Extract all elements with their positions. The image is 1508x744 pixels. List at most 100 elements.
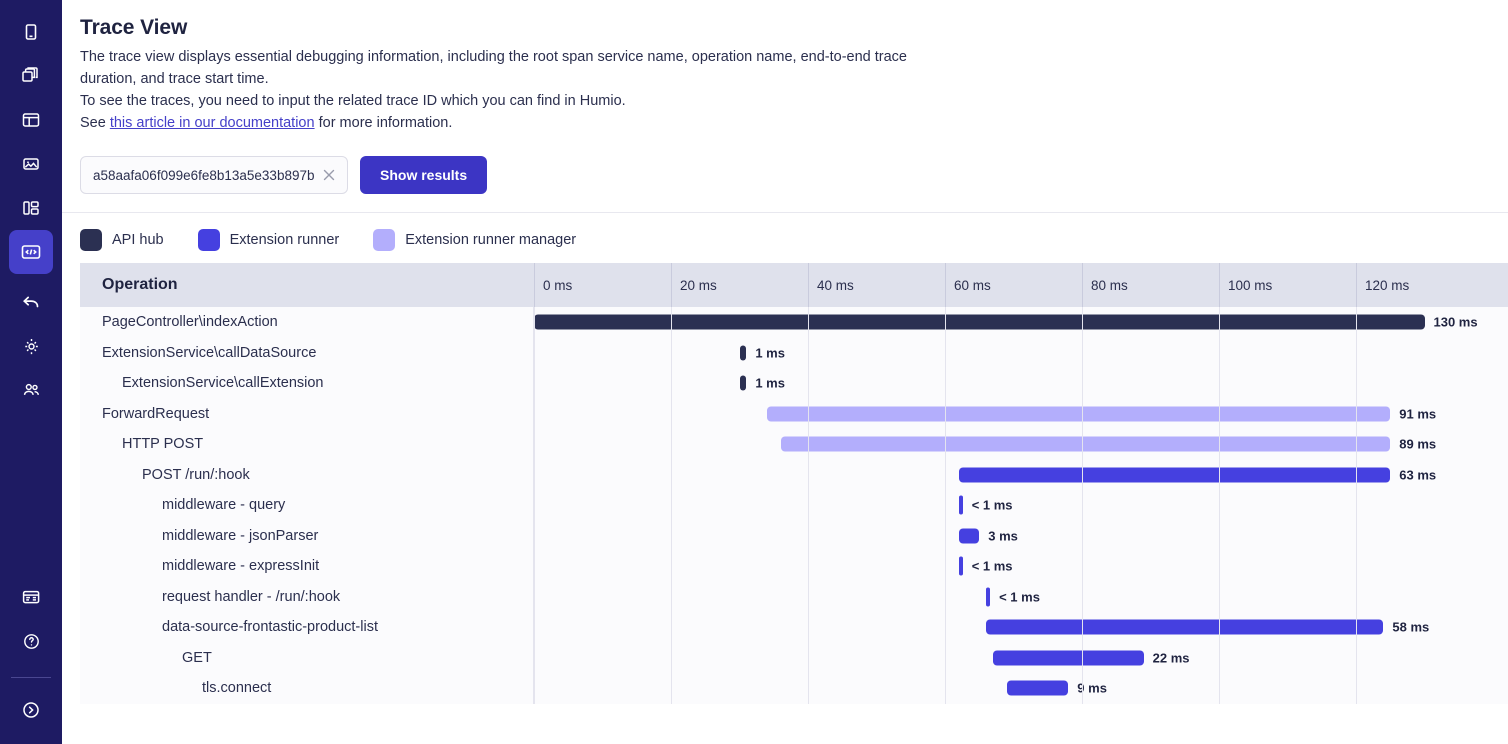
main-content: Trace View The trace view displays essen… (62, 0, 1508, 744)
table-row[interactable]: data-source-frontastic-product-list58 ms (80, 612, 1508, 643)
table-row[interactable]: request handler - /run/:hook < 1 ms (80, 582, 1508, 613)
time-tick: 100 ms (1219, 263, 1356, 307)
close-icon[interactable] (321, 167, 337, 183)
table-row[interactable]: tls.connect9 ms (80, 673, 1508, 704)
operation-name: middleware - query (80, 490, 534, 521)
span-duration-label: < 1 ms (972, 559, 1013, 574)
table-row[interactable]: ForwardRequest91 ms (80, 399, 1508, 430)
legend-swatch (80, 229, 102, 251)
time-tick: 120 ms (1356, 263, 1493, 307)
sidebar-item-layout[interactable] (9, 98, 53, 142)
span-bar-cell: 58 ms (534, 612, 1508, 643)
span-bar[interactable] (781, 437, 1391, 452)
sidebar-item-components[interactable] (9, 186, 53, 230)
span-bar[interactable] (534, 315, 1425, 330)
table-body: PageController\indexAction130 msExtensio… (80, 307, 1508, 704)
components-icon (20, 197, 42, 219)
table-row[interactable]: HTTP POST 89 ms (80, 429, 1508, 460)
sidebar-item-code[interactable] (9, 230, 53, 274)
table-row[interactable]: ExtensionService\callDataSource1 ms (80, 338, 1508, 369)
table-row[interactable]: GET22 ms (80, 643, 1508, 674)
legend-swatch (373, 229, 395, 251)
operation-name: POST /run/:hook (80, 460, 534, 491)
pages-icon (21, 22, 41, 42)
span-duration-label: 130 ms (1434, 315, 1478, 330)
sidebar-item-pages[interactable] (9, 10, 53, 54)
service-legend: API hub Extension runner Extension runne… (62, 213, 1508, 263)
span-bar-cell: 63 ms (534, 460, 1508, 491)
trace-view-app: Trace View The trace view displays essen… (0, 0, 1508, 744)
table-row[interactable]: PageController\indexAction130 ms (80, 307, 1508, 338)
span-bar[interactable] (959, 467, 1391, 482)
trace-id-input[interactable]: a58aafa06f099e6fe8b13a5e33b897ba (80, 156, 348, 194)
show-results-button[interactable]: Show results (360, 156, 487, 194)
operation-name: data-source-frontastic-product-list (80, 612, 534, 643)
see-prefix: See (80, 115, 110, 131)
operation-name: middleware - jsonParser (80, 521, 534, 552)
time-axis-ticks: 0 ms20 ms40 ms60 ms80 ms100 ms120 ms (534, 263, 1508, 307)
span-bar[interactable] (959, 496, 963, 515)
span-duration-label: 9 ms (1077, 681, 1107, 696)
operation-name: ExtensionService\callExtension (80, 368, 534, 399)
table-row[interactable]: middleware - expressInit< 1 ms (80, 551, 1508, 582)
span-bar-cell: < 1 ms (534, 551, 1508, 582)
legend-item: Extension runner (198, 229, 340, 251)
span-duration-label: 1 ms (755, 376, 785, 391)
primary-sidebar (0, 0, 62, 744)
time-tick: 0 ms (534, 263, 671, 307)
span-duration-label: 89 ms (1399, 437, 1436, 452)
span-bar[interactable] (1007, 681, 1069, 696)
billing-icon (20, 586, 42, 608)
span-duration-label: < 1 ms (972, 498, 1013, 513)
layout-icon (20, 109, 42, 131)
sidebar-collapse-button[interactable] (9, 688, 53, 732)
sidebar-item-undo[interactable] (9, 280, 53, 324)
span-bar[interactable] (959, 528, 980, 543)
legend-item: Extension runner manager (373, 229, 576, 251)
sidebar-item-settings[interactable] (9, 324, 53, 368)
span-bar[interactable] (740, 345, 747, 360)
span-bar-cell: 1 ms (534, 338, 1508, 369)
span-bar[interactable] (767, 406, 1390, 421)
undo-icon (20, 291, 42, 313)
sidebar-item-media[interactable] (9, 142, 53, 186)
legend-swatch (198, 229, 220, 251)
span-bar-cell: 89 ms (534, 429, 1508, 460)
layers-icon (20, 65, 42, 87)
span-bar[interactable] (986, 587, 990, 606)
sidebar-item-billing[interactable] (9, 575, 53, 619)
legend-label: API hub (112, 232, 164, 248)
users-icon (20, 379, 43, 402)
time-tick: 60 ms (945, 263, 1082, 307)
table-row[interactable]: ExtensionService\callExtension 1 ms (80, 368, 1508, 399)
span-duration-label: 91 ms (1399, 406, 1436, 421)
span-bar[interactable] (740, 376, 747, 391)
sidebar-item-help[interactable] (9, 619, 53, 663)
operation-name: GET (80, 643, 534, 674)
operation-name: HTTP POST (80, 429, 534, 460)
trace-waterfall-table: Operation 0 ms20 ms40 ms60 ms80 ms100 ms… (80, 263, 1508, 704)
legend-label: Extension runner (230, 232, 340, 248)
span-bar[interactable] (993, 650, 1144, 665)
search-row: a58aafa06f099e6fe8b13a5e33b897ba Show re… (80, 156, 1508, 194)
gear-icon (21, 336, 42, 357)
span-bar-cell: < 1 ms (534, 582, 1508, 613)
span-bar[interactable] (959, 557, 963, 576)
description-line-4: See this article in our documentation fo… (80, 112, 1508, 134)
media-icon (20, 153, 42, 175)
legend-item: API hub (80, 229, 164, 251)
span-duration-label: < 1 ms (999, 589, 1040, 604)
column-header-operation: Operation (80, 276, 534, 294)
span-bar-cell: 22 ms (534, 643, 1508, 674)
trace-id-value[interactable]: a58aafa06f099e6fe8b13a5e33b897ba (93, 168, 315, 183)
sidebar-item-layers[interactable] (9, 54, 53, 98)
table-row[interactable]: middleware - query < 1 ms (80, 490, 1508, 521)
table-row[interactable]: middleware - jsonParser3 ms (80, 521, 1508, 552)
span-bar[interactable] (986, 620, 1383, 635)
table-row[interactable]: POST /run/:hook63 ms (80, 460, 1508, 491)
help-icon (21, 631, 42, 652)
documentation-link[interactable]: this article in our documentation (110, 115, 315, 131)
collapse-icon (20, 699, 42, 721)
sidebar-item-users[interactable] (9, 368, 53, 412)
operation-name: request handler - /run/:hook (80, 582, 534, 613)
